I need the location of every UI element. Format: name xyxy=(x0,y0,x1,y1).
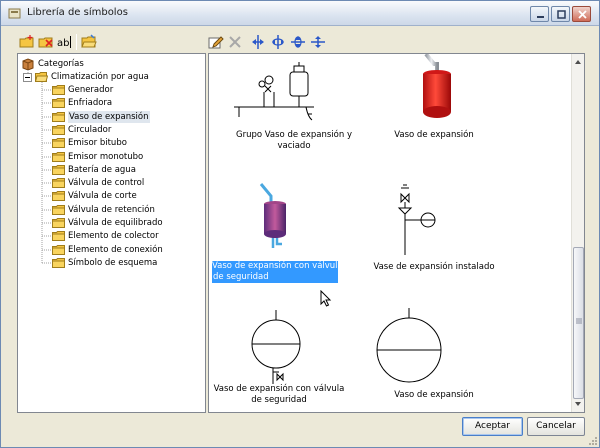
folder-icon xyxy=(52,138,65,148)
tree-item[interactable]: Elemento de colector xyxy=(52,230,202,242)
symbol-library-dialog: Librería de símbolos ab Categorías Clima… xyxy=(0,0,600,448)
tree-item-label: Símbolo de esquema xyxy=(68,258,158,268)
tree-item[interactable]: Válvula de retención xyxy=(52,204,202,216)
minimize-button[interactable] xyxy=(530,6,549,22)
mouse-cursor-icon xyxy=(320,290,332,307)
delete-symbol-icon[interactable] xyxy=(227,34,243,50)
symbol-caption: Vaso de expansión xyxy=(349,130,519,141)
symbol-caption-line: Vase de expansión instalado xyxy=(373,262,495,272)
tree-item-label: Circulador xyxy=(68,125,112,135)
delete-folder-icon[interactable] xyxy=(38,34,54,50)
scroll-up-icon[interactable] xyxy=(572,56,584,68)
symbol-item[interactable]: Vaso de expansión xyxy=(349,294,519,412)
folder-icon xyxy=(52,112,65,122)
symbol-item[interactable]: Vase de expansión instalado xyxy=(349,172,519,284)
close-icon xyxy=(578,10,587,19)
folder-icon xyxy=(52,258,65,268)
category-tree[interactable]: Categorías Climatización por agua Genera… xyxy=(17,53,206,413)
cancel-button[interactable]: Cancelar xyxy=(527,417,585,436)
folder-icon xyxy=(52,191,65,201)
symbol-caption-selected: Vaso de expansión con válvula de segurid… xyxy=(212,261,343,283)
red-vessel-icon xyxy=(423,54,451,118)
tree-item[interactable]: Circulador xyxy=(52,124,202,136)
library-icon xyxy=(8,8,21,19)
symbol-gallery[interactable]: Grupo Vaso de expansión y vaciado Vaso d… xyxy=(208,53,585,413)
symbol-caption-line: Vaso de expansión xyxy=(394,390,474,400)
tree-item-label: Enfriadora xyxy=(68,98,113,108)
tree-item-label: Elemento de colector xyxy=(68,231,159,241)
folder-icon xyxy=(52,245,65,255)
flip-vertical-icon[interactable] xyxy=(290,34,306,50)
tree-item-label: Vaso de expansión xyxy=(68,111,150,123)
folder-icon xyxy=(52,231,65,241)
flip-vertical-alt-icon[interactable] xyxy=(310,34,326,50)
scroll-thumb[interactable] xyxy=(573,247,584,399)
edit-symbol-icon[interactable] xyxy=(208,34,224,50)
tree-item[interactable]: Enfriadora xyxy=(52,97,202,109)
symbol-caption-line: Vaso de expansión con válvula xyxy=(212,261,343,271)
flip-horizontal-alt-icon[interactable] xyxy=(270,34,286,50)
new-folder-icon[interactable] xyxy=(19,34,35,50)
folder-icon xyxy=(52,125,65,135)
tree-item-label: Válvula de corte xyxy=(68,191,137,201)
installed-vessel-drawing-icon xyxy=(397,184,436,255)
gallery-scrollbar[interactable] xyxy=(571,54,584,412)
close-button[interactable] xyxy=(572,6,591,22)
symbol-item-selected[interactable]: Vaso de expansión con válvula de segurid… xyxy=(209,172,349,284)
folder-icon xyxy=(52,218,65,228)
maximize-button[interactable] xyxy=(551,6,570,22)
svg-text:ab: ab xyxy=(57,38,69,49)
vessel-drawing-icon xyxy=(376,308,442,383)
flip-horizontal-icon[interactable] xyxy=(250,34,266,50)
symbol-item[interactable]: Vaso de expansión xyxy=(349,54,519,162)
title-bar[interactable]: Librería de símbolos xyxy=(1,1,599,26)
tree-item-label: Válvula de retención xyxy=(68,205,155,215)
tree-item-label: Emisor bitubo xyxy=(68,138,127,148)
rename-icon[interactable]: ab xyxy=(57,34,73,50)
symbol-caption: Vase de expansión instalado xyxy=(349,262,519,273)
toolbar-separator xyxy=(76,34,77,50)
tree-item[interactable]: Batería de agua xyxy=(52,164,202,176)
symbol-caption-line: Vaso de expansión xyxy=(394,130,474,140)
expansion-group-drawing-icon xyxy=(234,62,314,121)
resize-grip-icon[interactable] xyxy=(587,435,597,445)
minimize-icon xyxy=(537,16,544,18)
tree-item[interactable]: Válvula de corte xyxy=(52,190,202,202)
folder-icon xyxy=(52,85,65,95)
tree-item[interactable]: Generador xyxy=(52,84,202,96)
symbol-caption-line: de seguridad xyxy=(213,272,269,282)
maximize-icon xyxy=(557,10,566,19)
symbol-caption-line: Vaso de expansión con válvula xyxy=(213,384,345,394)
tree-item-label: Emisor monotubo xyxy=(68,152,144,162)
folder-icon xyxy=(52,165,65,175)
folder-icon xyxy=(52,152,65,162)
tree-item-label: Generador xyxy=(68,85,114,95)
scroll-down-icon[interactable] xyxy=(572,398,584,410)
symbol-item[interactable]: Vaso de expansión con válvula de segurid… xyxy=(209,294,349,412)
folder-icon xyxy=(52,205,65,215)
folder-icon xyxy=(52,98,65,108)
tree-item[interactable]: Vaso de expansión xyxy=(52,111,202,123)
tree-item[interactable]: Símbolo de esquema xyxy=(52,257,202,269)
grip-lines-icon xyxy=(576,318,582,324)
tree-item[interactable]: Emisor monotubo xyxy=(52,151,202,163)
tree-item[interactable]: Elemento de conexión xyxy=(52,244,202,256)
open-folder-icon[interactable] xyxy=(81,34,97,50)
folder-icon xyxy=(52,178,65,188)
ok-button[interactable]: Aceptar xyxy=(462,417,523,436)
tree-item[interactable]: Emisor bitubo xyxy=(52,137,202,149)
symbol-caption: Vaso de expansión xyxy=(349,390,519,401)
tree-item[interactable]: Válvula de equilibrado xyxy=(52,217,202,229)
tree-item[interactable]: Válvula de control xyxy=(52,177,202,189)
tree-item-label: Válvula de control xyxy=(68,178,145,188)
tree-item-label: Válvula de equilibrado xyxy=(68,218,163,228)
symbol-caption-line: de seguridad xyxy=(251,395,307,405)
vessel-valve-drawing-icon xyxy=(251,310,301,384)
symbol-caption: Vaso de expansión con válvula de segurid… xyxy=(209,384,349,406)
tree-item-label: Elemento de conexión xyxy=(68,245,163,255)
purple-vessel-icon xyxy=(259,183,286,248)
window-title: Librería de símbolos xyxy=(27,7,128,18)
tree-item-label: Batería de agua xyxy=(68,165,136,175)
